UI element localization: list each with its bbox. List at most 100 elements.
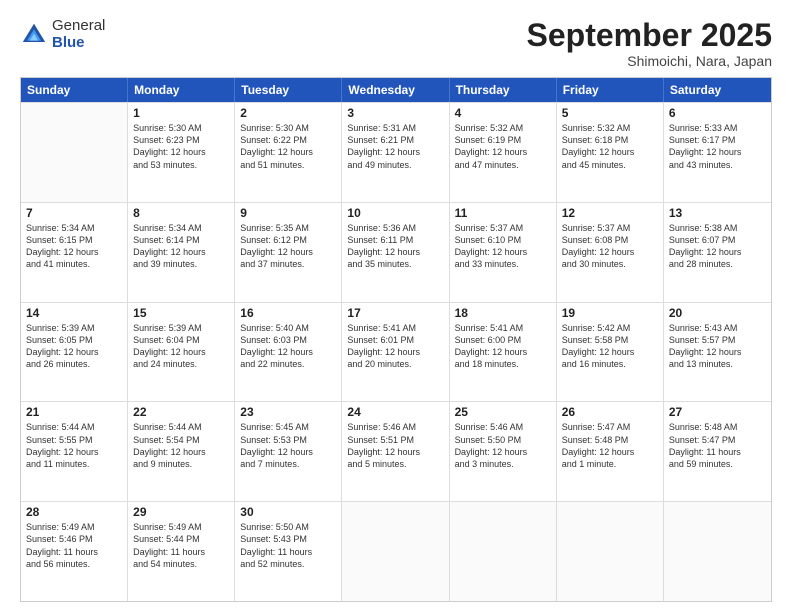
logo-blue: Blue	[52, 35, 105, 52]
header-day-saturday: Saturday	[664, 78, 771, 102]
cell-info: Sunrise: 5:37 AM Sunset: 6:08 PM Dayligh…	[562, 222, 658, 271]
table-row: 13Sunrise: 5:38 AM Sunset: 6:07 PM Dayli…	[664, 203, 771, 302]
table-row: 15 Sunrise: 5:39 AM Sunset: 6:04 PM Dayli…	[128, 303, 235, 402]
table-row: 20 Sunrise: 5:43 AM Sunset: 5:57 PM Dayli…	[664, 303, 771, 402]
cell-info: Sunrise: 5:37 AM Sunset: 6:10 PM Dayligh…	[455, 222, 551, 271]
cell-info: Sunrise: 5:46 AM Sunset: 5:51 PM Dayligh…	[347, 421, 443, 470]
cell-day-number: 13	[669, 206, 766, 220]
cell-day-number: 21	[26, 405, 122, 419]
table-row: 10 Sunrise: 5:36 AM Sunset: 6:11 PM Dayli…	[342, 203, 449, 302]
table-row	[21, 103, 128, 202]
table-row	[450, 502, 557, 601]
cell-info: Sunrise: 5:40 AM Sunset: 6:03 PM Dayligh…	[240, 322, 336, 371]
cell-info: Sunrise: 5:32 AM Sunset: 6:18 PM Dayligh…	[562, 122, 658, 171]
cell-info: Sunrise: 5:41 AM Sunset: 6:00 PM Dayligh…	[455, 322, 551, 371]
table-row: 11 Sunrise: 5:37 AM Sunset: 6:10 PM Dayli…	[450, 203, 557, 302]
table-row	[557, 502, 664, 601]
cell-info: Sunrise: 5:47 AM Sunset: 5:48 PM Dayligh…	[562, 421, 658, 470]
cell-info: Sunrise: 5:30 AM Sunset: 6:22 PM Dayligh…	[240, 122, 336, 171]
cell-info: Sunrise: 5:46 AM Sunset: 5:50 PM Dayligh…	[455, 421, 551, 470]
cell-day-number: 5	[562, 106, 658, 120]
cell-info: Sunrise: 5:44 AM Sunset: 5:54 PM Dayligh…	[133, 421, 229, 470]
cell-day-number: 19	[562, 306, 658, 320]
cell-info: Sunrise: 5:39 AM Sunset: 6:04 PM Dayligh…	[133, 322, 229, 371]
table-row: 1Sunrise: 5:30 AM Sunset: 6:23 PM Daylig…	[128, 103, 235, 202]
cell-day-number: 22	[133, 405, 229, 419]
table-row: 23Sunrise: 5:45 AM Sunset: 5:53 PM Dayli…	[235, 402, 342, 501]
cell-day-number: 26	[562, 405, 658, 419]
table-row: 9 Sunrise: 5:35 AM Sunset: 6:12 PM Daylig…	[235, 203, 342, 302]
cell-info: Sunrise: 5:49 AM Sunset: 5:46 PM Dayligh…	[26, 521, 122, 570]
cell-day-number: 14	[26, 306, 122, 320]
cell-info: Sunrise: 5:32 AM Sunset: 6:19 PM Dayligh…	[455, 122, 551, 171]
cell-day-number: 27	[669, 405, 766, 419]
cell-info: Sunrise: 5:35 AM Sunset: 6:12 PM Dayligh…	[240, 222, 336, 271]
cell-info: Sunrise: 5:34 AM Sunset: 6:15 PM Dayligh…	[26, 222, 122, 271]
table-row: 22 Sunrise: 5:44 AM Sunset: 5:54 PM Dayli…	[128, 402, 235, 501]
cell-day-number: 4	[455, 106, 551, 120]
cell-day-number: 25	[455, 405, 551, 419]
location-subtitle: Shimoichi, Nara, Japan	[527, 53, 772, 69]
logo-text: General Blue	[52, 18, 105, 51]
cell-info: Sunrise: 5:30 AM Sunset: 6:23 PM Dayligh…	[133, 122, 229, 171]
header-day-friday: Friday	[557, 78, 664, 102]
cell-info: Sunrise: 5:42 AM Sunset: 5:58 PM Dayligh…	[562, 322, 658, 371]
header-day-thursday: Thursday	[450, 78, 557, 102]
month-title: September 2025	[527, 18, 772, 53]
cell-day-number: 24	[347, 405, 443, 419]
cell-info: Sunrise: 5:48 AM Sunset: 5:47 PM Dayligh…	[669, 421, 766, 470]
calendar-row-2: 7 Sunrise: 5:34 AM Sunset: 6:15 PM Daylig…	[21, 202, 771, 302]
cell-info: Sunrise: 5:39 AM Sunset: 6:05 PM Dayligh…	[26, 322, 122, 371]
cell-info: Sunrise: 5:34 AM Sunset: 6:14 PM Dayligh…	[133, 222, 229, 271]
header: General Blue September 2025 Shimoichi, N…	[20, 18, 772, 69]
cell-info: Sunrise: 5:33 AM Sunset: 6:17 PM Dayligh…	[669, 122, 766, 171]
cell-info: Sunrise: 5:31 AM Sunset: 6:21 PM Dayligh…	[347, 122, 443, 171]
calendar: SundayMondayTuesdayWednesdayThursdayFrid…	[20, 77, 772, 602]
calendar-row-3: 14 Sunrise: 5:39 AM Sunset: 6:05 PM Dayli…	[21, 302, 771, 402]
cell-info: Sunrise: 5:43 AM Sunset: 5:57 PM Dayligh…	[669, 322, 766, 371]
cell-day-number: 20	[669, 306, 766, 320]
table-row: 17 Sunrise: 5:41 AM Sunset: 6:01 PM Dayli…	[342, 303, 449, 402]
table-row: 14 Sunrise: 5:39 AM Sunset: 6:05 PM Dayli…	[21, 303, 128, 402]
table-row: 4 Sunrise: 5:32 AM Sunset: 6:19 PM Daylig…	[450, 103, 557, 202]
table-row: 5 Sunrise: 5:32 AM Sunset: 6:18 PM Daylig…	[557, 103, 664, 202]
table-row	[664, 502, 771, 601]
table-row: 30Sunrise: 5:50 AM Sunset: 5:43 PM Dayli…	[235, 502, 342, 601]
table-row: 3Sunrise: 5:31 AM Sunset: 6:21 PM Daylig…	[342, 103, 449, 202]
table-row: 19 Sunrise: 5:42 AM Sunset: 5:58 PM Dayli…	[557, 303, 664, 402]
calendar-row-1: 1Sunrise: 5:30 AM Sunset: 6:23 PM Daylig…	[21, 102, 771, 202]
cell-day-number: 12	[562, 206, 658, 220]
cell-day-number: 10	[347, 206, 443, 220]
cell-day-number: 17	[347, 306, 443, 320]
cell-day-number: 29	[133, 505, 229, 519]
cell-info: Sunrise: 5:49 AM Sunset: 5:44 PM Dayligh…	[133, 521, 229, 570]
cell-day-number: 11	[455, 206, 551, 220]
calendar-header: SundayMondayTuesdayWednesdayThursdayFrid…	[21, 78, 771, 102]
cell-day-number: 9	[240, 206, 336, 220]
cell-info: Sunrise: 5:50 AM Sunset: 5:43 PM Dayligh…	[240, 521, 336, 570]
table-row: 18Sunrise: 5:41 AM Sunset: 6:00 PM Dayli…	[450, 303, 557, 402]
title-block: September 2025 Shimoichi, Nara, Japan	[527, 18, 772, 69]
table-row: 27 Sunrise: 5:48 AM Sunset: 5:47 PM Dayli…	[664, 402, 771, 501]
cell-info: Sunrise: 5:45 AM Sunset: 5:53 PM Dayligh…	[240, 421, 336, 470]
cell-day-number: 6	[669, 106, 766, 120]
header-day-sunday: Sunday	[21, 78, 128, 102]
table-row: 7 Sunrise: 5:34 AM Sunset: 6:15 PM Daylig…	[21, 203, 128, 302]
cell-day-number: 28	[26, 505, 122, 519]
table-row: 25 Sunrise: 5:46 AM Sunset: 5:50 PM Dayli…	[450, 402, 557, 501]
header-day-wednesday: Wednesday	[342, 78, 449, 102]
header-day-tuesday: Tuesday	[235, 78, 342, 102]
logo-general: General	[52, 18, 105, 35]
cell-day-number: 16	[240, 306, 336, 320]
table-row: 21Sunrise: 5:44 AM Sunset: 5:55 PM Dayli…	[21, 402, 128, 501]
table-row: 12 Sunrise: 5:37 AM Sunset: 6:08 PM Dayli…	[557, 203, 664, 302]
table-row: 6 Sunrise: 5:33 AM Sunset: 6:17 PM Daylig…	[664, 103, 771, 202]
cell-day-number: 15	[133, 306, 229, 320]
table-row: 8Sunrise: 5:34 AM Sunset: 6:14 PM Daylig…	[128, 203, 235, 302]
table-row: 16 Sunrise: 5:40 AM Sunset: 6:03 PM Dayli…	[235, 303, 342, 402]
cell-day-number: 7	[26, 206, 122, 220]
table-row: 2Sunrise: 5:30 AM Sunset: 6:22 PM Daylig…	[235, 103, 342, 202]
cell-info: Sunrise: 5:36 AM Sunset: 6:11 PM Dayligh…	[347, 222, 443, 271]
logo: General Blue	[20, 18, 105, 51]
cell-info: Sunrise: 5:41 AM Sunset: 6:01 PM Dayligh…	[347, 322, 443, 371]
